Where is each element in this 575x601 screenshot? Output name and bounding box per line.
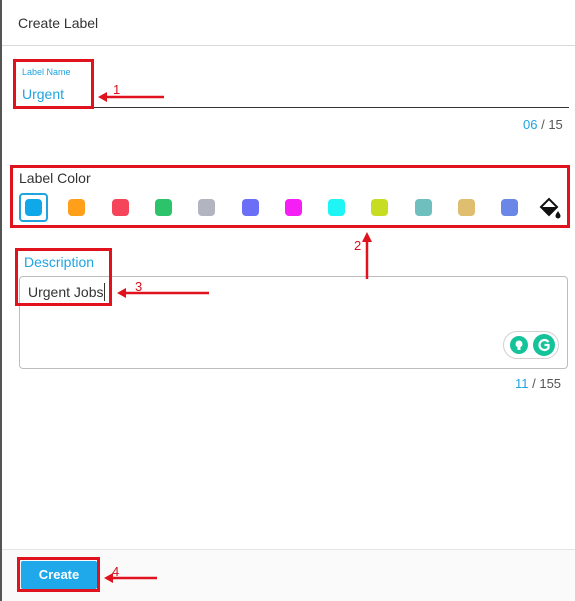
page-title: Create Label bbox=[18, 15, 99, 31]
annotation-number-4: 4 bbox=[112, 564, 120, 579]
label-name-counter: 06 / 15 bbox=[523, 117, 563, 132]
annotation-box-3 bbox=[15, 248, 112, 306]
label-name-count-max: / 15 bbox=[541, 117, 563, 132]
description-count-max: / 155 bbox=[532, 376, 562, 391]
annotation-box-1 bbox=[13, 59, 94, 109]
description-count-current: 11 bbox=[515, 376, 529, 391]
description-counter: 11 / 155 bbox=[515, 376, 561, 391]
label-name-count-current: 06 bbox=[523, 117, 538, 132]
annotation-arrowhead-2 bbox=[362, 232, 372, 242]
label-name-underline bbox=[16, 107, 569, 108]
annotation-arrowhead-1 bbox=[98, 92, 107, 102]
grammarly-widget[interactable] bbox=[503, 331, 559, 359]
lightbulb-icon[interactable] bbox=[510, 336, 528, 354]
panel-header: Create Label bbox=[2, 0, 575, 46]
annotation-box-2 bbox=[10, 165, 570, 228]
annotation-number-1: 1 bbox=[113, 82, 121, 97]
annotation-box-4 bbox=[17, 557, 100, 592]
create-label-panel: Create Label Label Name Urgent 06 / 15 L… bbox=[0, 0, 575, 601]
grammarly-g-icon[interactable] bbox=[533, 334, 555, 356]
annotation-number-2: 2 bbox=[354, 238, 362, 253]
annotation-number-3: 3 bbox=[135, 279, 143, 294]
